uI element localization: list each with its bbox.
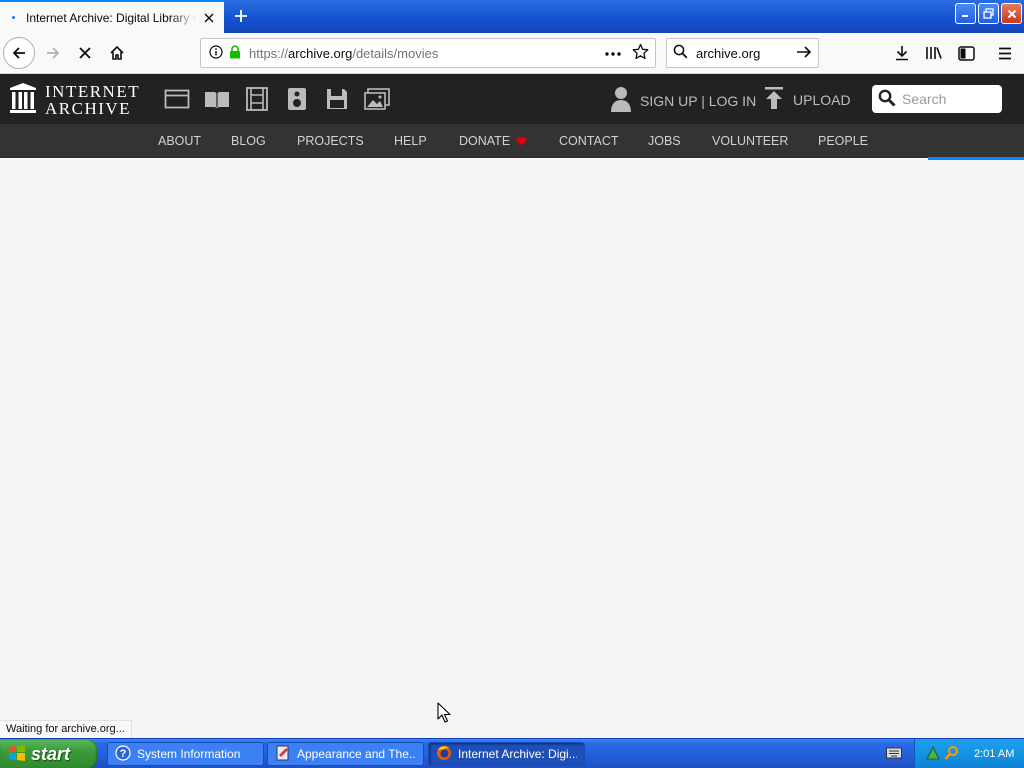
upload-label: UPLOAD (793, 91, 851, 108)
page-content (0, 160, 1024, 738)
ia-header: INTERNET ARCHIVE SIGN UP | LOG IN UPLOAD (0, 74, 1024, 124)
upload-link[interactable]: UPLOAD (764, 86, 851, 113)
logo-line-2: ARCHIVE (45, 98, 132, 118)
taskbar: start ? System Information Appearance an… (0, 738, 1024, 768)
restore-button[interactable] (978, 3, 999, 24)
windows-logo-icon (8, 744, 26, 765)
ia-top-nav: ABOUT BLOG PROJECTS HELP DONATE CONTACT … (0, 124, 1024, 158)
ia-search-box[interactable] (872, 85, 1002, 113)
task-appearance-and-themes[interactable]: Appearance and The... (267, 742, 424, 766)
loading-dot-icon (8, 13, 18, 23)
url-domain: archive.org (288, 45, 353, 61)
user-icon (610, 86, 632, 115)
audio-icon[interactable] (283, 86, 311, 112)
sign-up-login-link[interactable]: SIGN UP | LOG IN (610, 86, 756, 115)
url-bar[interactable]: https://archive.org/details/movies (200, 38, 656, 68)
appearance-icon (275, 745, 291, 764)
start-label: start (31, 743, 71, 764)
task-label: System Information (137, 747, 241, 761)
nav-volunteer[interactable]: VOLUNTEER (712, 134, 788, 148)
web-icon[interactable] (163, 86, 191, 112)
nav-about[interactable]: ABOUT (158, 134, 201, 148)
video-icon[interactable] (243, 86, 271, 112)
nav-donate-label: DONATE (459, 134, 511, 148)
navigation-toolbar: https://archive.org/details/movies archi… (0, 33, 1024, 74)
nav-people[interactable]: PEOPLE (818, 134, 868, 148)
stop-button[interactable] (69, 37, 101, 69)
lock-icon[interactable] (229, 44, 241, 62)
forward-button[interactable] (37, 37, 69, 69)
keyboard-icon[interactable] (886, 747, 902, 762)
nav-help[interactable]: HELP (394, 134, 427, 148)
close-tab-icon[interactable] (200, 9, 218, 27)
heart-icon (516, 136, 527, 146)
window-controls (955, 3, 1022, 24)
download-icon[interactable] (891, 42, 913, 64)
search-icon (878, 89, 896, 110)
star-icon[interactable] (632, 43, 649, 63)
images-icon[interactable] (363, 86, 391, 112)
sidebar-icon[interactable] (955, 42, 977, 64)
minimize-button[interactable] (955, 3, 976, 24)
tab-title: Internet Archive: Digital Library of Fre… (26, 10, 196, 25)
info-icon[interactable] (209, 44, 223, 62)
back-button[interactable] (3, 37, 35, 69)
url-text[interactable]: https://archive.org/details/movies (249, 46, 604, 61)
nav-contact[interactable]: CONTACT (559, 134, 619, 148)
url-path: /details/movies (352, 45, 439, 61)
menu-icon[interactable] (994, 42, 1016, 64)
browser-search-bar[interactable]: archive.org (666, 38, 819, 68)
search-tray-icon[interactable] (944, 745, 960, 764)
nav-blog[interactable]: BLOG (231, 134, 266, 148)
task-system-information[interactable]: ? System Information (107, 742, 264, 766)
upload-icon (764, 86, 784, 113)
sign-up-login-label: SIGN UP | LOG IN (640, 92, 757, 109)
go-arrow-icon[interactable] (796, 44, 812, 63)
logo-line-1: INTERNET (45, 81, 141, 101)
url-prefix: https:// (249, 45, 289, 61)
task-internet-archive[interactable]: Internet Archive: Digi... (428, 742, 585, 766)
home-button[interactable] (101, 37, 133, 69)
nav-donate[interactable]: DONATE (459, 134, 527, 148)
browser-tab-strip: Internet Archive: Digital Library of Fre… (0, 0, 1024, 33)
browser-search-value[interactable]: archive.org (696, 46, 796, 61)
system-tray: 2:01 AM (914, 739, 1024, 768)
new-tab-button[interactable] (228, 4, 254, 28)
close-window-button[interactable] (1001, 3, 1022, 24)
library-icon[interactable] (923, 42, 945, 64)
nav-jobs[interactable]: JOBS (648, 134, 681, 148)
browser-tab[interactable]: Internet Archive: Digital Library of Fre… (0, 0, 224, 33)
network-icon[interactable] (925, 745, 941, 764)
nav-projects[interactable]: PROJECTS (297, 134, 364, 148)
search-icon (673, 44, 688, 62)
ia-logo-text: INTERNET ARCHIVE (45, 83, 140, 117)
firefox-icon (436, 745, 452, 764)
status-bar: Waiting for archive.org... (0, 720, 132, 738)
task-label: Appearance and The... (297, 747, 416, 761)
texts-icon[interactable] (203, 86, 231, 112)
clock: 2:01 AM (974, 748, 1015, 760)
mouse-cursor-icon (437, 702, 451, 727)
ia-search-input[interactable] (902, 91, 992, 107)
task-label: Internet Archive: Digi... (458, 747, 577, 761)
start-button[interactable]: start (0, 739, 98, 768)
more-icon[interactable] (604, 46, 622, 60)
ia-logo[interactable]: INTERNET ARCHIVE (9, 82, 140, 117)
svg-text:?: ? (120, 748, 127, 760)
archive-building-icon (9, 82, 37, 117)
software-icon[interactable] (323, 86, 351, 112)
help-icon: ? (115, 744, 131, 764)
